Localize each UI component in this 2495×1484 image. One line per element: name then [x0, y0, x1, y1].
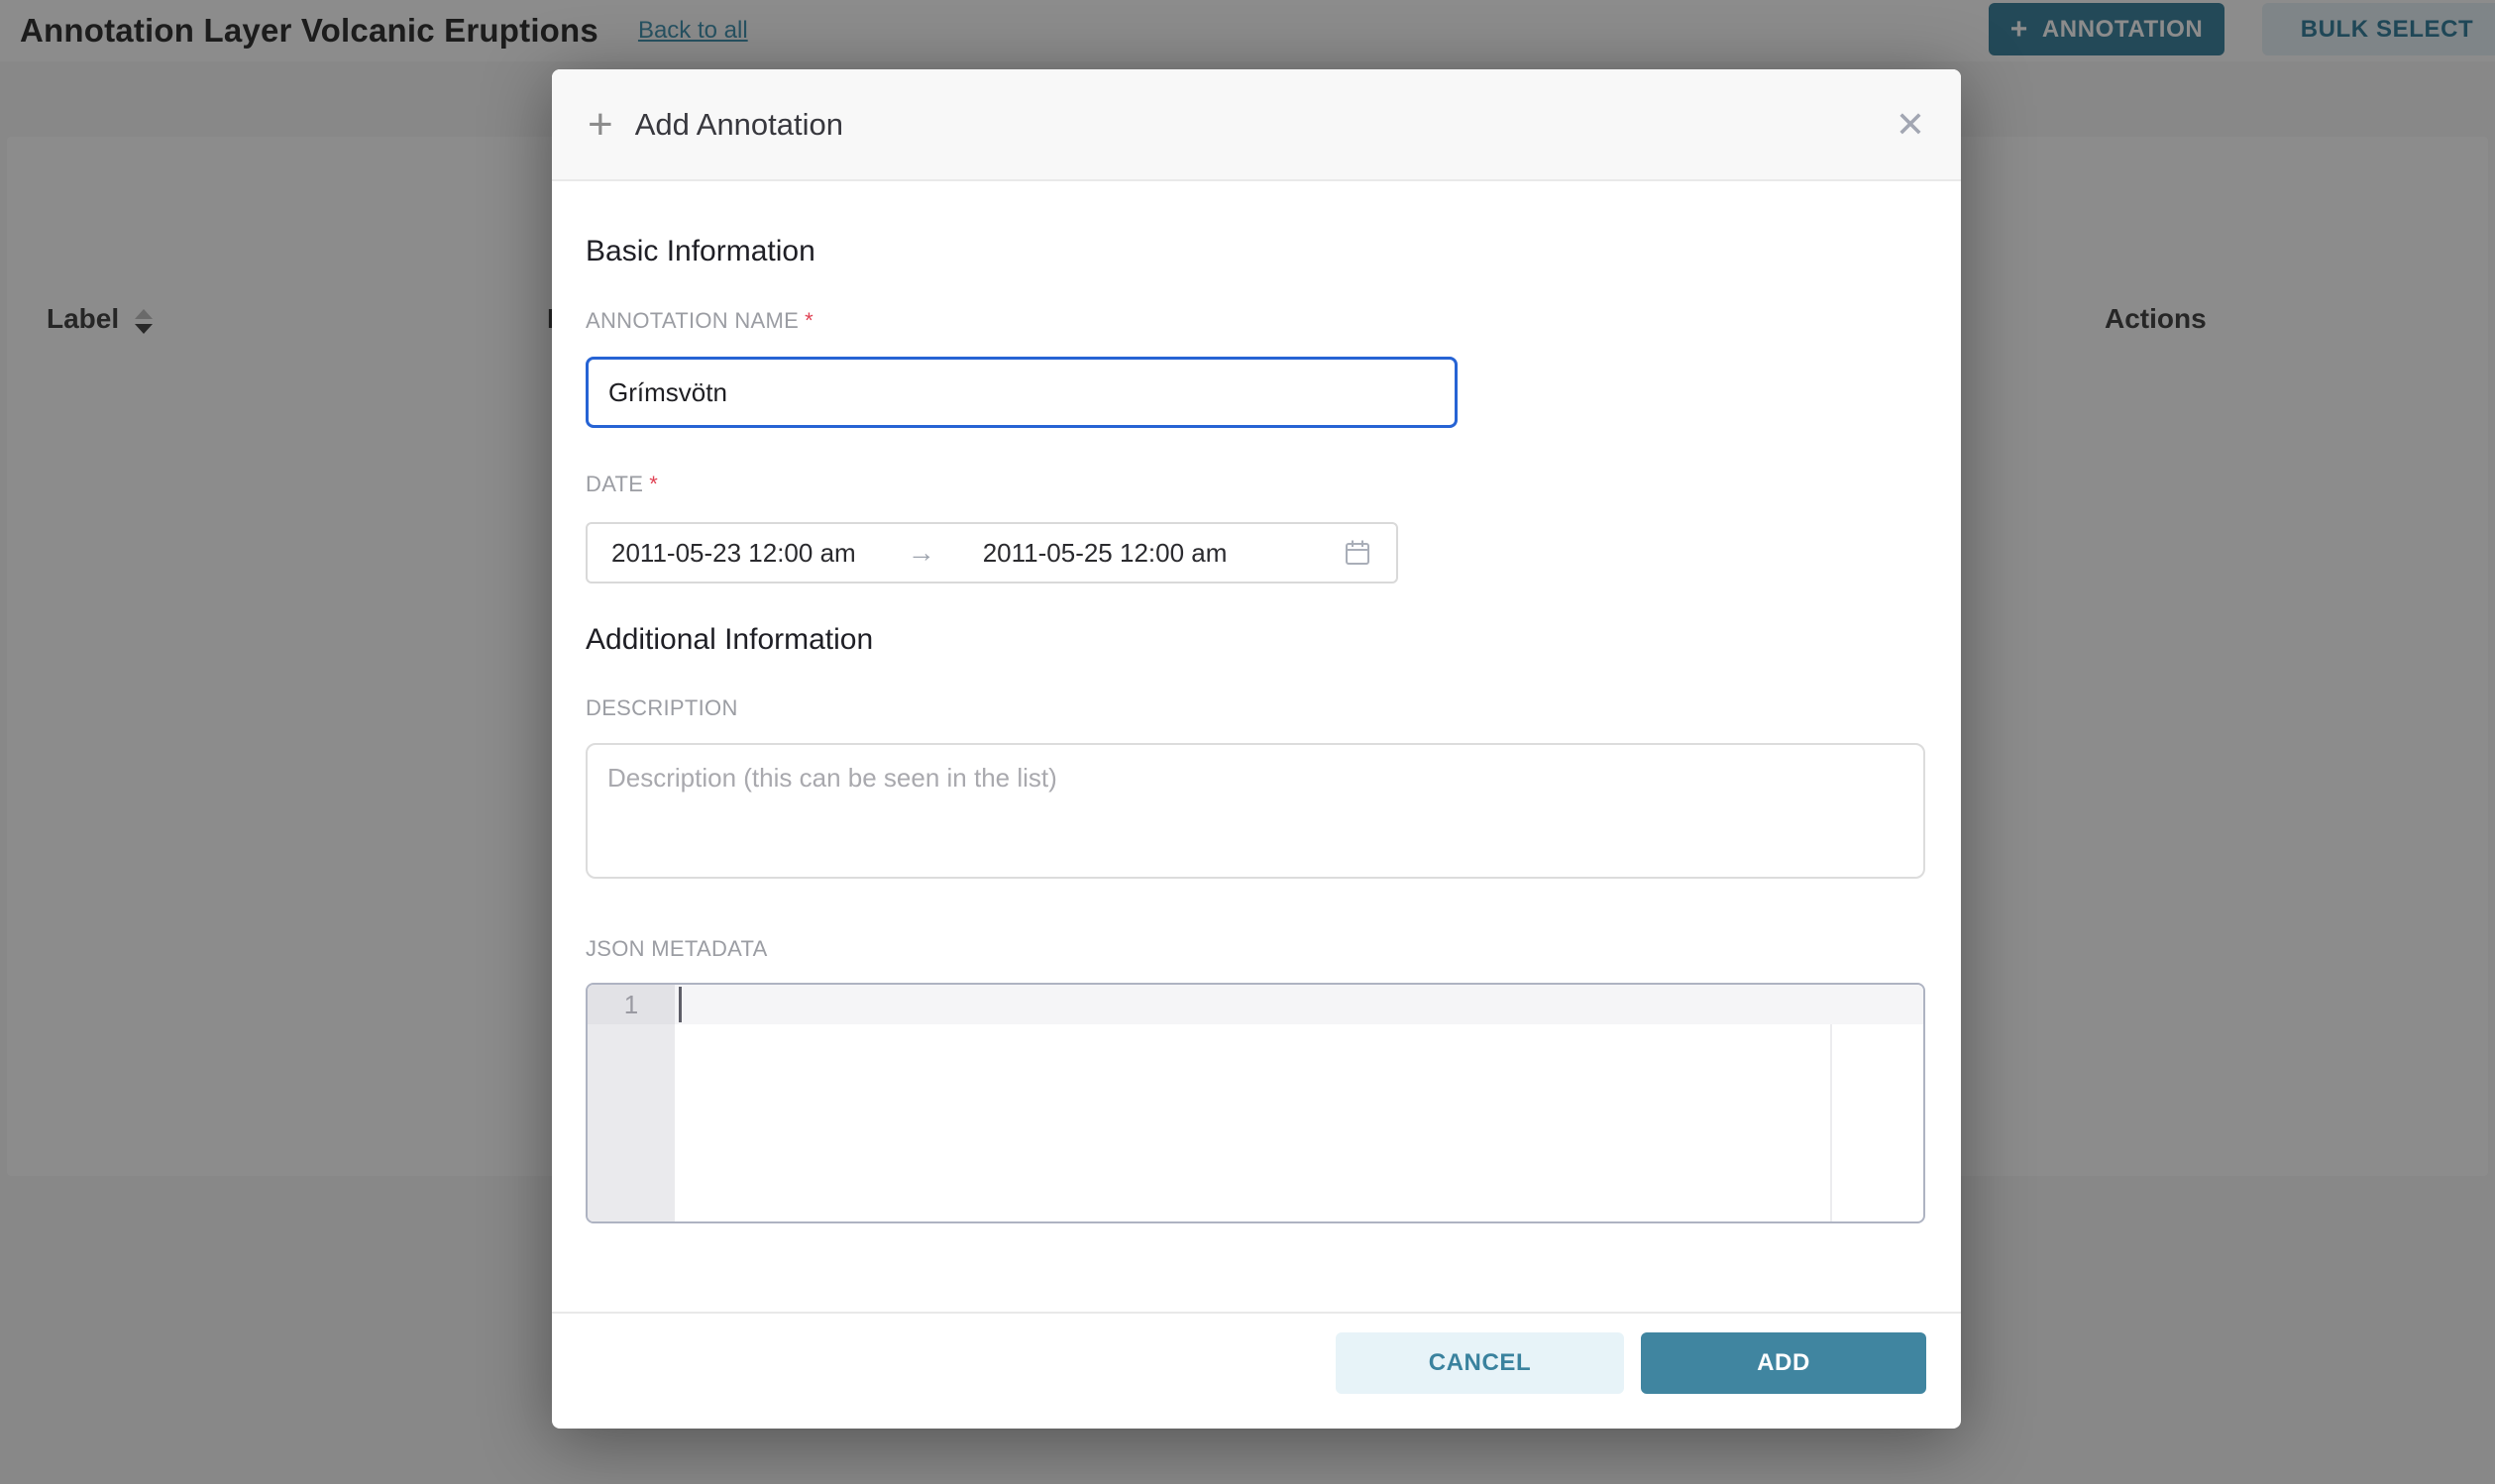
required-marker: * [649, 472, 658, 496]
annotation-name-input[interactable] [586, 357, 1458, 428]
date-start-value: 2011-05-23 12:00 am [611, 538, 856, 569]
date-range-picker[interactable]: 2011-05-23 12:00 am → 2011-05-25 12:00 a… [586, 522, 1398, 583]
add-button[interactable]: ADD [1641, 1332, 1926, 1394]
json-metadata-editor[interactable]: 1 [586, 983, 1925, 1223]
modal-header: + Add Annotation ✕ [552, 69, 1961, 181]
close-icon[interactable]: ✕ [1896, 107, 1925, 143]
modal-footer: CANCEL ADD [552, 1312, 1961, 1429]
modal-title: Add Annotation [635, 107, 843, 143]
modal-body: Basic Information ANNOTATION NAME* DATE*… [552, 181, 1961, 1312]
text-cursor [679, 987, 682, 1022]
annotation-name-label: ANNOTATION NAME* [586, 308, 1927, 334]
date-label: DATE* [586, 472, 1927, 497]
arrow-right-icon: → [908, 537, 935, 569]
plus-icon: + [588, 103, 613, 147]
json-metadata-label: JSON METADATA [586, 936, 1927, 962]
date-end-value: 2011-05-25 12:00 am [983, 538, 1228, 569]
description-label: DESCRIPTION [586, 695, 1927, 721]
required-marker: * [805, 308, 814, 333]
annotation-name-label-text: ANNOTATION NAME [586, 308, 799, 333]
calendar-icon [1343, 538, 1372, 568]
editor-print-margin [1830, 1024, 1832, 1221]
description-textarea[interactable] [586, 743, 1925, 879]
date-label-text: DATE [586, 472, 643, 496]
add-annotation-modal: + Add Annotation ✕ Basic Information ANN… [552, 69, 1961, 1429]
editor-active-line [675, 985, 1923, 1024]
cancel-button[interactable]: CANCEL [1336, 1332, 1624, 1394]
editor-line-number: 1 [588, 985, 675, 1024]
section-heading-basic: Basic Information [586, 231, 1927, 272]
section-heading-additional: Additional Information [586, 619, 1927, 661]
